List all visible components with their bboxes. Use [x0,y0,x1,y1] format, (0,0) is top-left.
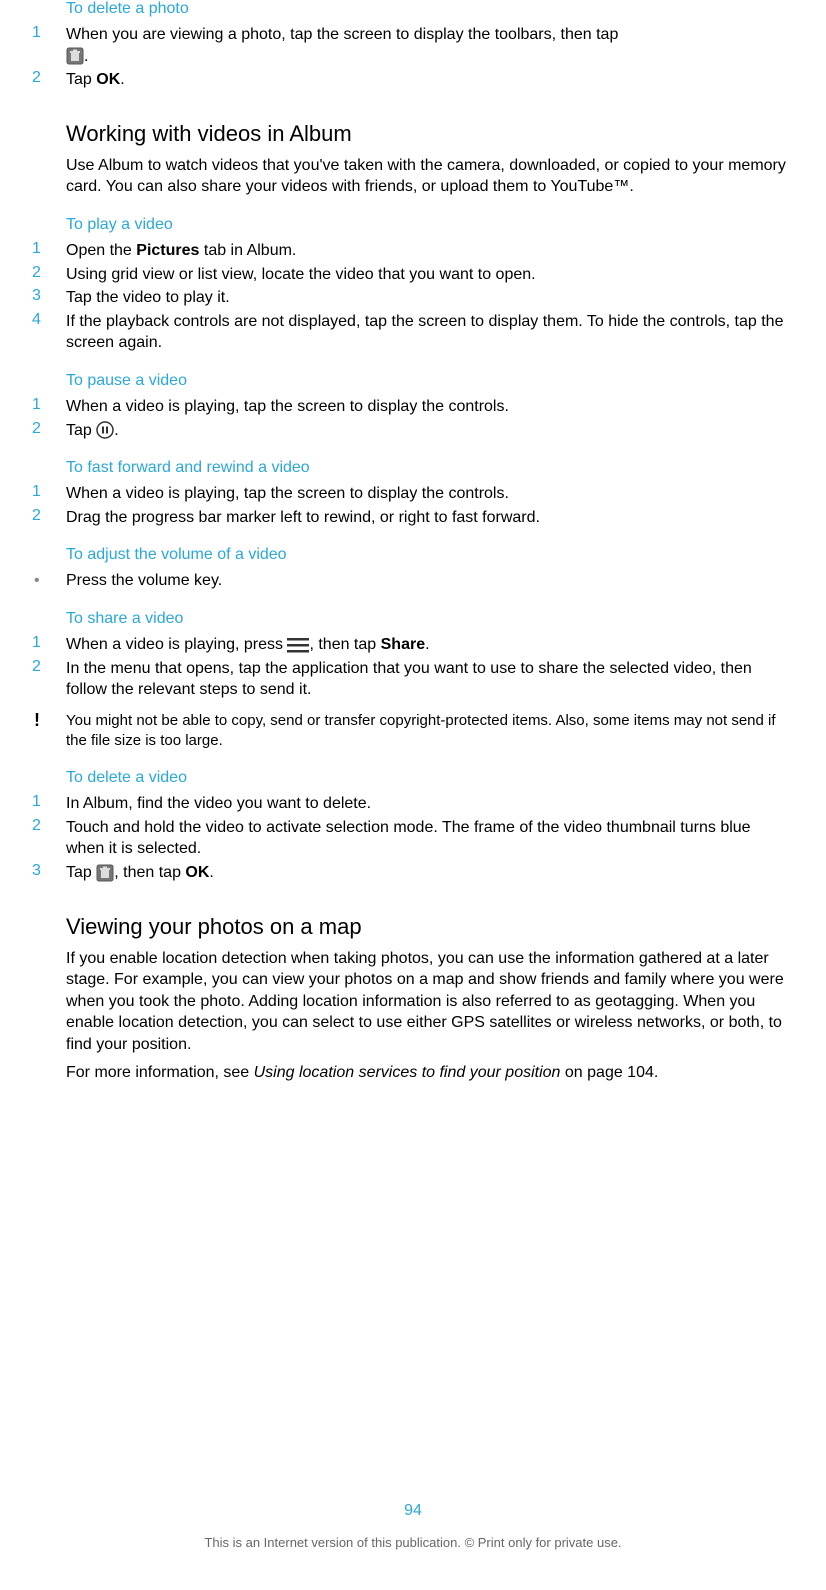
step-text: When a video is playing, tap the screen … [66,483,790,505]
heading-map: Viewing your photos on a map [66,914,796,940]
step-row: 1 When a video is playing, press , then … [30,634,796,656]
text-span: Tap [66,422,96,439]
step-text: Tap . [66,420,790,442]
bold-ok: OK [185,864,209,881]
text-span: When a video is playing, press [66,636,287,653]
step-number: 1 [30,24,66,42]
step-text: In Album, find the video you want to del… [66,793,790,815]
step-text: If the playback controls are not display… [66,311,790,354]
heading-volume: To adjust the volume of a video [66,546,796,564]
italic-link-text: Using location services to find your pos… [254,1064,561,1081]
step-row: 2 Using grid view or list view, locate t… [30,264,796,286]
body-paragraph: If you enable location detection when ta… [66,948,790,1056]
step-row: 1 In Album, find the video you want to d… [30,793,796,815]
bold-ok: OK [96,71,120,88]
step-text: In the menu that opens, tap the applicat… [66,658,790,701]
text-span: When you are viewing a photo, tap the sc… [66,26,618,43]
heading-play-video: To play a video [66,216,796,234]
step-row: 2 Touch and hold the video to activate s… [30,817,796,860]
step-row: 1 When a video is playing, tap the scree… [30,396,796,418]
step-text: Tap , then tap OK. [66,862,790,884]
text-span: on page 104. [560,1064,658,1081]
text-span: , then tap [309,636,380,653]
step-number: 2 [30,69,66,87]
bullet-row: • Press the volume key. [30,570,796,592]
step-row: 3 Tap the video to play it. [30,287,796,309]
step-row: 1 When a video is playing, tap the scree… [30,483,796,505]
step-text: Tap OK. [66,69,790,91]
step-number: 3 [30,862,66,880]
heading-fastforward: To fast forward and rewind a video [66,459,796,477]
page-number: 94 [0,1502,826,1520]
step-text: Open the Pictures tab in Album. [66,240,790,262]
step-number: 1 [30,483,66,501]
step-number: 2 [30,507,66,525]
step-number: 1 [30,240,66,258]
step-text: Touch and hold the video to activate sel… [66,817,790,860]
step-text: Press the volume key. [66,570,790,592]
step-row: 3 Tap , then tap OK. [30,862,796,884]
text-span: . [209,864,213,881]
step-text: When a video is playing, tap the screen … [66,396,790,418]
text-span: . [120,71,124,88]
step-row: 1 When you are viewing a photo, tap the … [30,24,796,67]
step-number: 2 [30,817,66,835]
heading-share-video: To share a video [66,610,796,628]
text-span: tab in Album. [199,242,296,259]
pause-icon [96,421,114,439]
step-text: Using grid view or list view, locate the… [66,264,790,286]
text-span: Tap [66,864,96,881]
step-number: 2 [30,264,66,282]
step-number: 2 [30,420,66,438]
menu-icon [287,636,309,654]
text-span: Tap [66,71,96,88]
heading-working-videos: Working with videos in Album [66,121,796,147]
text-span: . [114,422,118,439]
step-text: Tap the video to play it. [66,287,790,309]
step-text: When you are viewing a photo, tap the sc… [66,24,790,67]
bold-share: Share [381,636,425,653]
step-number: 1 [30,396,66,414]
step-row: 2 Drag the progress bar marker left to r… [30,507,796,529]
heading-pause-video: To pause a video [66,372,796,390]
step-row: 2 Tap . [30,420,796,442]
text-span: . [84,48,88,65]
step-number: 1 [30,793,66,811]
text-span: For more information, see [66,1064,254,1081]
step-number: 1 [30,634,66,652]
text-span: , then tap [114,864,185,881]
step-number: 4 [30,311,66,329]
step-text: Drag the progress bar marker left to rew… [66,507,790,529]
trash-icon [96,864,114,882]
note-text: You might not be able to copy, send or t… [66,711,790,752]
step-text: When a video is playing, press , then ta… [66,634,790,656]
bold-pictures: Pictures [136,242,199,259]
warning-icon: ! [30,711,66,731]
trash-icon [66,47,84,65]
step-row: 1 Open the Pictures tab in Album. [30,240,796,262]
text-span: Open the [66,242,136,259]
note-row: ! You might not be able to copy, send or… [30,711,796,752]
heading-delete-photo: To delete a photo [66,0,796,18]
step-number: 2 [30,658,66,676]
body-paragraph: For more information, see Using location… [66,1062,790,1084]
step-row: 4 If the playback controls are not displ… [30,311,796,354]
bullet-dot: • [30,570,66,592]
text-span: . [425,636,429,653]
step-number: 3 [30,287,66,305]
body-paragraph: Use Album to watch videos that you've ta… [66,155,790,198]
footer-note: This is an Internet version of this publ… [0,1535,826,1550]
step-row: 2 Tap OK. [30,69,796,91]
step-row: 2 In the menu that opens, tap the applic… [30,658,796,701]
heading-delete-video: To delete a video [66,769,796,787]
